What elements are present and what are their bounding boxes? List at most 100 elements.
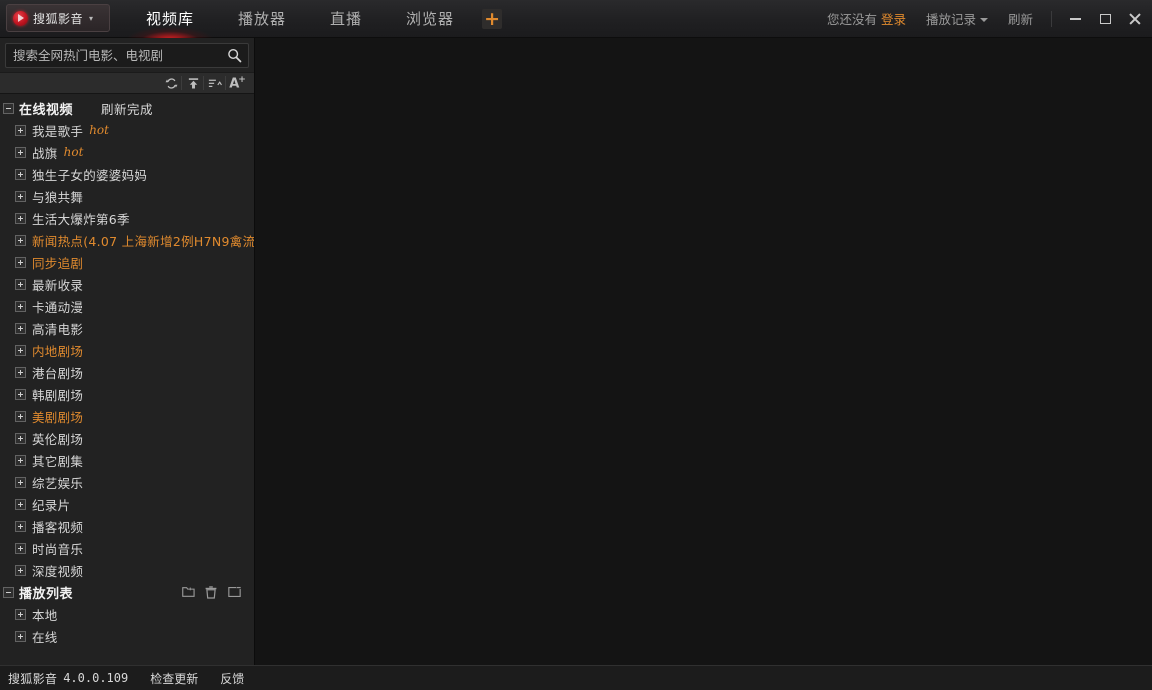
status-version: 4.0.0.109 [63, 671, 129, 685]
expand-toggle-icon[interactable] [15, 388, 26, 400]
close-button[interactable] [1120, 0, 1150, 38]
tree-item-label: 深度视频 [32, 563, 84, 579]
sidebar-toolbar: A+ [0, 72, 254, 94]
login-link[interactable]: 登录 [881, 9, 906, 28]
group-status: 刷新完成 [101, 101, 154, 117]
tree-item-label: 韩剧剧场 [32, 387, 84, 403]
tree-item-label: 与狼共舞 [32, 189, 84, 205]
expand-toggle-icon[interactable] [15, 608, 26, 620]
tree-item[interactable]: 韩剧剧场 [0, 383, 254, 405]
expand-toggle-icon[interactable] [15, 146, 26, 158]
expand-toggle-icon[interactable] [15, 278, 26, 290]
tree-item[interactable]: 时尚音乐 [0, 537, 254, 559]
minimize-icon [1069, 17, 1081, 20]
tree-item[interactable]: 美剧剧场 [0, 405, 254, 427]
expand-toggle-icon[interactable] [15, 190, 26, 202]
expand-toggle-icon[interactable] [15, 542, 26, 554]
tree-item-label: 美剧剧场 [32, 409, 84, 425]
expand-toggle-icon[interactable] [15, 212, 26, 224]
app-logo-button[interactable]: 搜狐影音 ▾ [6, 4, 110, 32]
expand-toggle-icon[interactable] [15, 454, 26, 466]
collapse-toggle-icon[interactable] [3, 102, 14, 114]
tab-label: 直播 [330, 10, 363, 28]
font-size-glyph: A+ [229, 74, 246, 92]
collapse-up-icon[interactable] [181, 74, 204, 92]
window-glyph [227, 586, 241, 598]
expand-toggle-icon[interactable] [15, 432, 26, 444]
expand-toggle-icon[interactable] [15, 564, 26, 576]
rename-icon[interactable] [227, 585, 241, 599]
sidebar-tree: 在线视频 刷新完成 我是歌手 hot 战旗 hot 独生子女的婆婆妈妈 与狼共舞… [0, 94, 254, 665]
tree-item-label: 生活大爆炸第6季 [32, 211, 130, 227]
delete-icon[interactable] [204, 585, 218, 599]
close-icon [1129, 13, 1141, 25]
tree-item[interactable]: 综艺娱乐 [0, 471, 254, 493]
chevron-down-icon: ▾ [89, 13, 94, 23]
tree-item[interactable]: 战旗 hot [0, 141, 254, 163]
search-box[interactable] [5, 43, 249, 68]
hot-badge: hot [89, 123, 109, 137]
expand-toggle-icon[interactable] [15, 410, 26, 422]
tree-item[interactable]: 播客视频 [0, 515, 254, 537]
expand-toggle-icon[interactable] [15, 498, 26, 510]
tree-item[interactable]: 内地剧场 [0, 339, 254, 361]
tree-item[interactable]: 我是歌手 hot [0, 119, 254, 141]
main-tabs: 视频库 播放器 直播 浏览器 + [124, 0, 503, 38]
collapse-toggle-icon[interactable] [3, 586, 14, 598]
minimize-button[interactable] [1060, 0, 1090, 38]
tree-item[interactable]: 其它剧集 [0, 449, 254, 471]
expand-toggle-icon[interactable] [15, 234, 26, 246]
check-update-link[interactable]: 检查更新 [150, 670, 198, 687]
expand-toggle-icon[interactable] [15, 168, 26, 180]
tree-item[interactable]: 深度视频 [0, 559, 254, 581]
sort-glyph [208, 79, 222, 87]
login-status[interactable]: 您还没有 登录 [817, 9, 916, 28]
login-prefix-label: 您还没有 [826, 12, 877, 27]
sort-list-icon[interactable] [203, 74, 226, 92]
app-logo-label: 搜狐影音 [33, 11, 84, 26]
search-input[interactable] [13, 48, 224, 63]
tree-item[interactable]: 纪录片 [0, 493, 254, 515]
sync-icon[interactable] [160, 74, 182, 92]
tab-label: 视频库 [146, 10, 195, 28]
tree-item[interactable]: 英伦剧场 [0, 427, 254, 449]
new-folder-icon[interactable] [181, 585, 195, 599]
tab-browser[interactable]: 浏览器 [384, 0, 476, 37]
play-history-menu[interactable]: 播放记录 [916, 9, 998, 28]
expand-toggle-icon[interactable] [15, 366, 26, 378]
maximize-button[interactable] [1090, 0, 1120, 38]
tree-item[interactable]: 在线 [0, 625, 254, 647]
expand-toggle-icon[interactable] [15, 256, 26, 268]
tree-item-label: 英伦剧场 [32, 431, 84, 447]
tab-player[interactable]: 播放器 [216, 0, 308, 37]
new-folder-glyph [181, 587, 195, 597]
expand-toggle-icon[interactable] [15, 344, 26, 356]
tree-item[interactable]: 同步追剧 [0, 251, 254, 273]
tree-item[interactable]: 卡通动漫 [0, 295, 254, 317]
tree-item[interactable]: 新闻热点(4.07 上海新增2例H7N9禽流感) [0, 229, 254, 251]
tree-item[interactable]: 独生子女的婆婆妈妈 [0, 163, 254, 185]
expand-toggle-icon[interactable] [15, 520, 26, 532]
tab-video-library[interactable]: 视频库 [124, 0, 217, 38]
add-tab-button[interactable]: + [482, 8, 503, 29]
search-button[interactable] [224, 46, 244, 66]
tree-group-online-video[interactable]: 在线视频 刷新完成 [0, 97, 254, 119]
tree-item[interactable]: 与狼共舞 [0, 185, 254, 207]
expand-toggle-icon[interactable] [15, 124, 26, 136]
maximize-icon [1099, 13, 1111, 24]
font-size-icon[interactable]: A+ [225, 74, 248, 92]
expand-toggle-icon[interactable] [15, 300, 26, 312]
feedback-link[interactable]: 反馈 [220, 670, 244, 687]
tab-live[interactable]: 直播 [308, 0, 384, 37]
tree-item[interactable]: 最新收录 [0, 273, 254, 295]
tree-item[interactable]: 生活大爆炸第6季 [0, 207, 254, 229]
refresh-label: 刷新 [1007, 12, 1033, 27]
expand-toggle-icon[interactable] [15, 630, 26, 642]
expand-toggle-icon[interactable] [15, 476, 26, 488]
tree-item[interactable]: 本地 [0, 603, 254, 625]
refresh-button[interactable]: 刷新 [998, 9, 1043, 28]
tree-group-playlist[interactable]: 播放列表 [0, 581, 254, 603]
expand-toggle-icon[interactable] [15, 322, 26, 334]
tree-item[interactable]: 港台剧场 [0, 361, 254, 383]
tree-item[interactable]: 高清电影 [0, 317, 254, 339]
